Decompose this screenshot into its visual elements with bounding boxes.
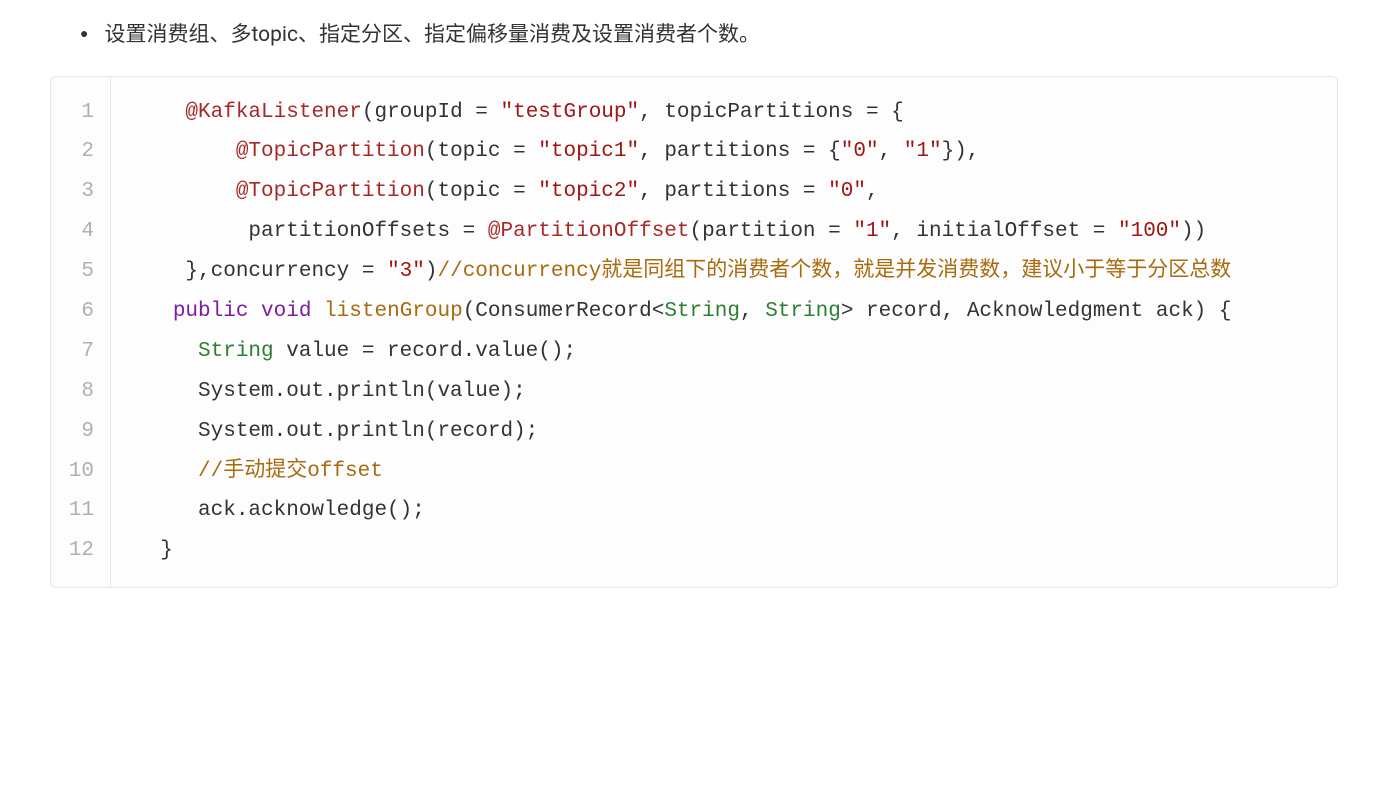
code-token: String bbox=[765, 300, 841, 323]
line-number: 6 bbox=[63, 292, 102, 332]
code-token: partitionOffsets = bbox=[135, 220, 488, 243]
code-line: },concurrency = "3")//concurrency就是同组下的消… bbox=[135, 252, 1317, 292]
code-token: "topic2" bbox=[538, 180, 639, 203]
code-line: //手动提交offset bbox=[135, 452, 1317, 492]
code-token: } bbox=[135, 539, 173, 562]
code-token: @TopicPartition bbox=[236, 140, 425, 163]
line-number: 3 bbox=[63, 172, 102, 212]
code-lines: @KafkaListener(groupId = "testGroup", to… bbox=[111, 77, 1337, 588]
bullet-text: 设置消费组、多topic、指定分区、指定偏移量消费及设置消费者个数。 bbox=[104, 20, 760, 52]
code-token bbox=[135, 340, 198, 363]
code-token: "3" bbox=[387, 260, 425, 283]
code-token: void bbox=[261, 300, 311, 323]
code-line: partitionOffsets = @PartitionOffset(part… bbox=[135, 212, 1317, 252]
code-line: } bbox=[135, 531, 1317, 571]
code-token bbox=[135, 101, 185, 124]
code-token: , partitions = { bbox=[639, 140, 841, 163]
code-token: )) bbox=[1181, 220, 1206, 243]
code-token: public bbox=[173, 300, 249, 323]
line-number: 7 bbox=[63, 332, 102, 372]
code-token: System.out.println(value); bbox=[135, 380, 526, 403]
code-token bbox=[135, 140, 236, 163]
code-token: , bbox=[740, 300, 765, 323]
code-token: @TopicPartition bbox=[236, 180, 425, 203]
code-token: > record, Acknowledgment ack) { bbox=[841, 300, 1232, 323]
code-token: }), bbox=[942, 140, 980, 163]
code-token: (topic = bbox=[425, 180, 538, 203]
code-token: "0" bbox=[841, 140, 879, 163]
code-token: , partitions = bbox=[639, 180, 828, 203]
code-token: "0" bbox=[828, 180, 866, 203]
code-line: @TopicPartition(topic = "topic1", partit… bbox=[135, 132, 1317, 172]
code-line: System.out.println(record); bbox=[135, 412, 1317, 452]
code-token: , topicPartitions = { bbox=[639, 101, 904, 124]
code-token: @PartitionOffset bbox=[488, 220, 690, 243]
code-token: },concurrency = bbox=[135, 260, 387, 283]
code-token: "topic1" bbox=[538, 140, 639, 163]
line-number: 8 bbox=[63, 372, 102, 412]
code-token: ) bbox=[425, 260, 438, 283]
line-number: 12 bbox=[63, 531, 102, 571]
line-number: 10 bbox=[63, 452, 102, 492]
line-number: 11 bbox=[63, 491, 102, 531]
code-token: "100" bbox=[1118, 220, 1181, 243]
code-token: listenGroup bbox=[324, 300, 463, 323]
code-token: "1" bbox=[904, 140, 942, 163]
code-line: @TopicPartition(topic = "topic2", partit… bbox=[135, 172, 1317, 212]
line-numbers-gutter: 123456789101112 bbox=[51, 77, 111, 588]
code-token: value = record.value(); bbox=[274, 340, 576, 363]
code-line: public void listenGroup(ConsumerRecord<S… bbox=[135, 292, 1317, 332]
code-token: System.out.println(record); bbox=[135, 420, 538, 443]
code-token: (groupId = bbox=[362, 101, 501, 124]
code-line: ack.acknowledge(); bbox=[135, 491, 1317, 531]
code-token: //concurrency就是同组下的消费者个数，就是并发消费数，建议小于等于分… bbox=[437, 260, 1231, 283]
code-token: (ConsumerRecord< bbox=[463, 300, 665, 323]
line-number: 5 bbox=[63, 252, 102, 292]
code-line: System.out.println(value); bbox=[135, 372, 1317, 412]
code-token bbox=[248, 300, 261, 323]
line-number: 1 bbox=[63, 93, 102, 133]
bullet-marker: ● bbox=[80, 20, 88, 48]
code-token bbox=[311, 300, 324, 323]
code-token: String bbox=[664, 300, 740, 323]
code-content: 123456789101112 @KafkaListener(groupId =… bbox=[51, 77, 1337, 588]
code-line: @KafkaListener(groupId = "testGroup", to… bbox=[135, 93, 1317, 133]
code-line: String value = record.value(); bbox=[135, 332, 1317, 372]
code-token: (partition = bbox=[690, 220, 854, 243]
code-token: , bbox=[866, 180, 879, 203]
code-token: ack.acknowledge(); bbox=[135, 499, 425, 522]
line-number: 2 bbox=[63, 132, 102, 172]
line-number: 4 bbox=[63, 212, 102, 252]
bullet-item: ● 设置消费组、多topic、指定分区、指定偏移量消费及设置消费者个数。 bbox=[50, 20, 1338, 52]
code-token: "testGroup" bbox=[500, 101, 639, 124]
code-token: (topic = bbox=[425, 140, 538, 163]
code-token: "1" bbox=[853, 220, 891, 243]
code-token bbox=[135, 300, 173, 323]
code-token: , initialOffset = bbox=[891, 220, 1118, 243]
code-token bbox=[135, 460, 198, 483]
line-number: 9 bbox=[63, 412, 102, 452]
code-token: , bbox=[879, 140, 904, 163]
code-token bbox=[135, 180, 236, 203]
code-block: 123456789101112 @KafkaListener(groupId =… bbox=[50, 76, 1338, 589]
code-token: @KafkaListener bbox=[185, 101, 361, 124]
code-token: String bbox=[198, 340, 274, 363]
code-token: //手动提交offset bbox=[198, 460, 383, 483]
